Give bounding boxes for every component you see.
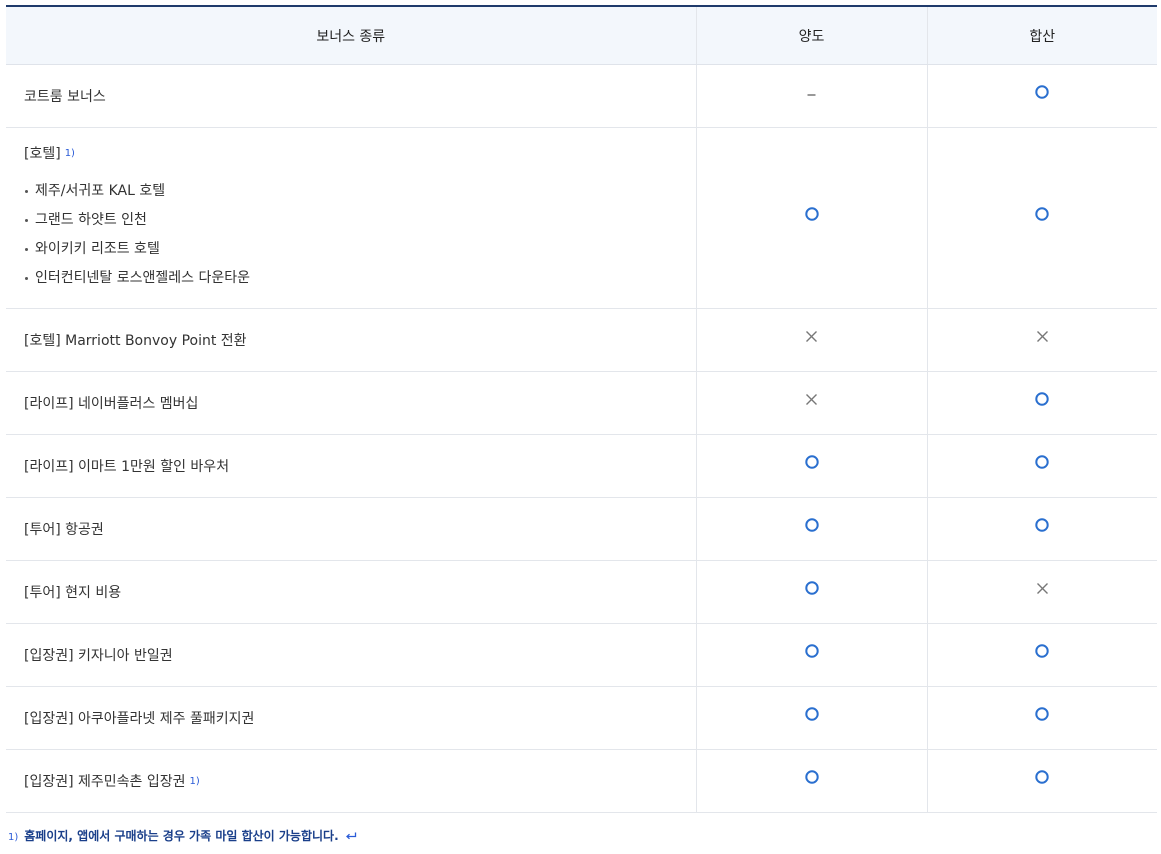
list-item: 인터컨티넨탈 로스앤젤레스 다운타운 — [24, 264, 696, 293]
return-arrow-icon[interactable] — [345, 831, 357, 845]
circle-icon — [804, 581, 819, 599]
transfer-cell — [695, 308, 927, 372]
circle-icon — [804, 518, 819, 536]
bonus-group-title: [호텔] 1) — [24, 143, 696, 163]
transfer-cell — [695, 749, 927, 813]
footnote-ref[interactable]: 1) — [65, 148, 75, 159]
hotel-list: 제주/서귀포 KAL 호텔 그랜드 하얏트 인천 와이키키 리조트 호텔 인터컨티넨탈… — [24, 177, 696, 293]
circle-icon — [804, 455, 819, 473]
transfer-cell — [695, 64, 927, 128]
table-row: [입장권] 제주민속촌 입장권 1) — [6, 749, 1157, 813]
header-combine: 합산 — [926, 6, 1157, 65]
bonus-name: 코트룸 보너스 — [24, 89, 106, 105]
bonus-name-cell: 코트룸 보너스 — [6, 64, 696, 128]
bonus-table: 보너스 종류 양도 합산 코트룸 보너스 [호텔] 1) 제주/서귀포 KAL 호텔 그… — [6, 5, 1157, 813]
circle-icon — [1035, 644, 1049, 662]
combine-cell — [926, 497, 1157, 561]
circle-icon — [1035, 455, 1049, 473]
bonus-name-cell: [투어] 현지 비용 — [6, 560, 696, 624]
circle-icon — [1035, 207, 1049, 225]
bonus-name: [투어] 항공권 — [24, 522, 104, 538]
transfer-cell — [695, 497, 927, 561]
bonus-name: [호텔] — [24, 146, 61, 162]
dash-icon — [807, 86, 816, 102]
circle-icon — [804, 770, 819, 788]
combine-cell — [926, 64, 1157, 128]
circle-icon — [1035, 85, 1049, 103]
table-row: [호텔] 1) 제주/서귀포 KAL 호텔 그랜드 하얏트 인천 와이키키 리조트 호텔… — [6, 127, 1157, 309]
footnote-ref[interactable]: 1) — [190, 776, 200, 787]
bonus-name: [입장권] 키자니아 반일권 — [24, 648, 173, 664]
bonus-name: [입장권] 제주민속촌 입장권 — [24, 774, 186, 790]
transfer-cell — [695, 560, 927, 624]
bonus-name: [라이프] 이마트 1만원 할인 바우처 — [24, 459, 230, 475]
table-row: 코트룸 보너스 — [6, 64, 1157, 128]
combine-cell — [926, 560, 1157, 624]
circle-icon — [1035, 518, 1049, 536]
footnote: 1) 홈페이지, 앱에서 구매하는 경우 가족 마일 합산이 가능합니다. — [8, 827, 357, 844]
table-row: [입장권] 키자니아 반일권 — [6, 623, 1157, 687]
circle-icon — [1035, 770, 1049, 788]
combine-cell — [926, 749, 1157, 813]
circle-icon — [1035, 392, 1049, 410]
header-bonus-type: 보너스 종류 — [6, 6, 696, 65]
table-row: [라이프] 이마트 1만원 할인 바우처 — [6, 434, 1157, 498]
combine-cell — [926, 371, 1157, 435]
combine-cell — [926, 434, 1157, 498]
table-row: [호텔] Marriott Bonvoy Point 전환 — [6, 308, 1157, 372]
circle-icon — [1035, 707, 1049, 725]
combine-cell — [926, 623, 1157, 687]
transfer-cell — [695, 686, 927, 750]
table-header-row: 보너스 종류 양도 합산 — [6, 6, 1157, 65]
table-row: [투어] 현지 비용 — [6, 560, 1157, 624]
bonus-name-cell: [라이프] 이마트 1만원 할인 바우처 — [6, 434, 696, 498]
transfer-cell — [695, 434, 927, 498]
circle-icon — [804, 707, 819, 725]
transfer-cell — [695, 127, 927, 309]
bonus-name: [호텔] Marriott Bonvoy Point 전환 — [24, 333, 247, 349]
table-row: [입장권] 아쿠아플라넷 제주 풀패키지권 — [6, 686, 1157, 750]
bonus-name-cell: [입장권] 제주민속촌 입장권 1) — [6, 749, 696, 813]
combine-cell — [926, 686, 1157, 750]
bonus-name: [라이프] 네이버플러스 멤버십 — [24, 396, 199, 412]
bonus-table-container: 보너스 종류 양도 합산 코트룸 보너스 [호텔] 1) 제주/서귀포 KAL 호텔 그… — [6, 5, 1157, 813]
cross-icon — [805, 393, 818, 410]
transfer-cell — [695, 371, 927, 435]
list-item: 제주/서귀포 KAL 호텔 — [24, 177, 696, 206]
cross-icon — [805, 330, 818, 347]
list-item: 그랜드 하얏트 인천 — [24, 206, 696, 235]
bonus-name-cell: [호텔] Marriott Bonvoy Point 전환 — [6, 308, 696, 372]
bonus-name-cell: [투어] 항공권 — [6, 497, 696, 561]
bonus-name-cell: [라이프] 네이버플러스 멤버십 — [6, 371, 696, 435]
bonus-name-cell: [입장권] 아쿠아플라넷 제주 풀패키지권 — [6, 686, 696, 750]
combine-cell — [926, 127, 1157, 309]
footnote-number: 1) — [8, 832, 19, 843]
bonus-name: [입장권] 아쿠아플라넷 제주 풀패키지권 — [24, 711, 255, 727]
bonus-name-cell: [호텔] 1) 제주/서귀포 KAL 호텔 그랜드 하얏트 인천 와이키키 리조트 호텔… — [6, 127, 696, 309]
table-row: [투어] 항공권 — [6, 497, 1157, 561]
table-row: [라이프] 네이버플러스 멤버십 — [6, 371, 1157, 435]
cross-icon — [1036, 330, 1049, 347]
bonus-name-cell: [입장권] 키자니아 반일권 — [6, 623, 696, 687]
transfer-cell — [695, 623, 927, 687]
header-transfer: 양도 — [695, 6, 927, 65]
circle-icon — [804, 207, 819, 225]
footnote-text: 홈페이지, 앱에서 구매하는 경우 가족 마일 합산이 가능합니다. — [24, 829, 339, 843]
circle-icon — [804, 644, 819, 662]
combine-cell — [926, 308, 1157, 372]
list-item: 와이키키 리조트 호텔 — [24, 235, 696, 264]
cross-icon — [1036, 582, 1049, 599]
bonus-name: [투어] 현지 비용 — [24, 585, 122, 601]
